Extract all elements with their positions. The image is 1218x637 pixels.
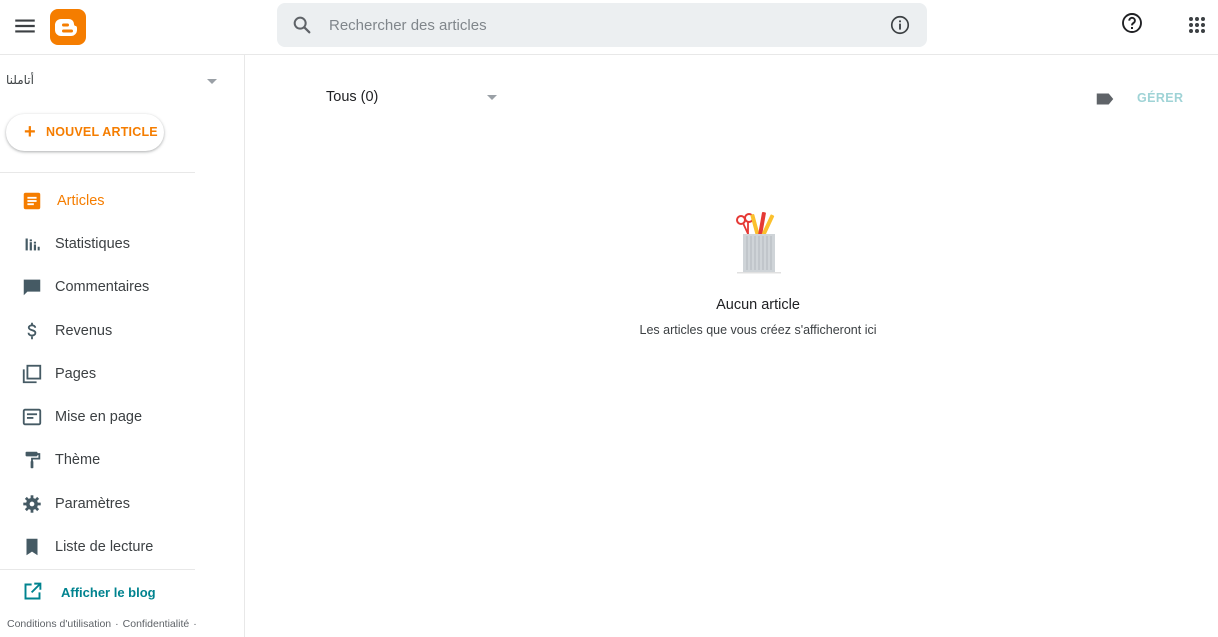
- stats-icon: [25, 238, 40, 251]
- view-blog-link[interactable]: Afficher le blog: [0, 577, 244, 607]
- layout-icon: [22, 408, 42, 426]
- sidebar-item-label: Liste de lecture: [55, 539, 154, 555]
- manage-button[interactable]: GÉRER: [1137, 91, 1183, 105]
- pencil-cup-illustration-icon: [736, 211, 781, 274]
- info-icon[interactable]: [889, 14, 911, 36]
- posts-filter-dropdown[interactable]: Tous (0): [326, 85, 501, 111]
- paint-roller-icon: [25, 451, 41, 469]
- footer-links: Conditions d'utilisation · Confidentialité…: [7, 618, 201, 630]
- sidebar-item-label: Mise en page: [55, 409, 143, 425]
- pages-icon: [22, 364, 42, 384]
- sidebar-item-settings[interactable]: Paramètres: [0, 484, 244, 524]
- sidebar-item-comments[interactable]: Commentaires: [0, 267, 244, 307]
- blogger-logo-icon[interactable]: [50, 9, 86, 45]
- posts-icon: [23, 192, 41, 210]
- view-blog-label: Afficher le blog: [61, 585, 156, 600]
- help-icon[interactable]: [1120, 11, 1144, 35]
- new-post-button[interactable]: + NOUVEL ARTICLE: [6, 114, 164, 151]
- gear-icon: [23, 495, 41, 513]
- sidebar-item-reading-list[interactable]: Liste de lecture: [0, 527, 244, 567]
- sidebar-item-stats[interactable]: Statistiques: [0, 224, 244, 264]
- blog-name: أتاملنا: [6, 73, 35, 87]
- footer-separator: ·: [193, 618, 197, 630]
- sidebar-item-label: Thème: [55, 452, 101, 468]
- menu-icon[interactable]: [12, 13, 38, 39]
- sidebar-item-theme[interactable]: Thème: [0, 440, 244, 480]
- footer-separator: ·: [115, 618, 119, 630]
- search-icon[interactable]: [291, 14, 313, 36]
- empty-state-subtitle: Les articles que vous créez s'afficheron…: [639, 323, 877, 337]
- sidebar-item-articles[interactable]: Articles: [0, 181, 244, 221]
- open-in-new-icon: [24, 582, 42, 600]
- sidebar-item-label: Revenus: [55, 323, 113, 339]
- sidebar-item-label: Statistiques: [55, 236, 130, 252]
- dropdown-caret-icon: [487, 95, 497, 100]
- sidebar-item-label: Articles: [57, 193, 105, 209]
- apps-grid-icon[interactable]: [1185, 13, 1209, 37]
- sidebar-item-layout[interactable]: Mise en page: [0, 397, 244, 437]
- search-bar: [277, 3, 927, 47]
- sidebar-item-earnings[interactable]: Revenus: [0, 311, 244, 351]
- filter-label: Tous (0): [326, 89, 379, 105]
- new-post-label: NOUVEL ARTICLE: [46, 125, 158, 139]
- blog-selector[interactable]: أتاملنا: [6, 70, 221, 94]
- sidebar-item-label: Commentaires: [55, 279, 150, 295]
- comment-icon: [23, 279, 41, 296]
- privacy-link[interactable]: Confidentialité: [123, 618, 190, 630]
- sidebar-divider: [0, 172, 195, 173]
- terms-link[interactable]: Conditions d'utilisation: [7, 618, 111, 630]
- sidebar-item-label: Pages: [55, 366, 97, 382]
- sidebar-item-pages[interactable]: Pages: [0, 354, 244, 394]
- bookmark-icon: [26, 538, 38, 556]
- empty-state-title: Aucun article: [716, 297, 800, 313]
- plus-icon: +: [24, 121, 36, 143]
- dollar-icon: [27, 322, 37, 340]
- label-icon[interactable]: [1094, 88, 1116, 110]
- main-content: Tous (0) GÉRER Aucun article Les article…: [245, 55, 1218, 637]
- sidebar-item-label: Paramètres: [55, 496, 130, 512]
- top-bar: [0, 0, 1218, 55]
- sidebar: أتاملنا + NOUVEL ARTICLE Articles Statis…: [0, 55, 245, 637]
- sidebar-divider: [0, 569, 195, 570]
- search-input[interactable]: [329, 3, 869, 47]
- dropdown-caret-icon: [207, 79, 217, 84]
